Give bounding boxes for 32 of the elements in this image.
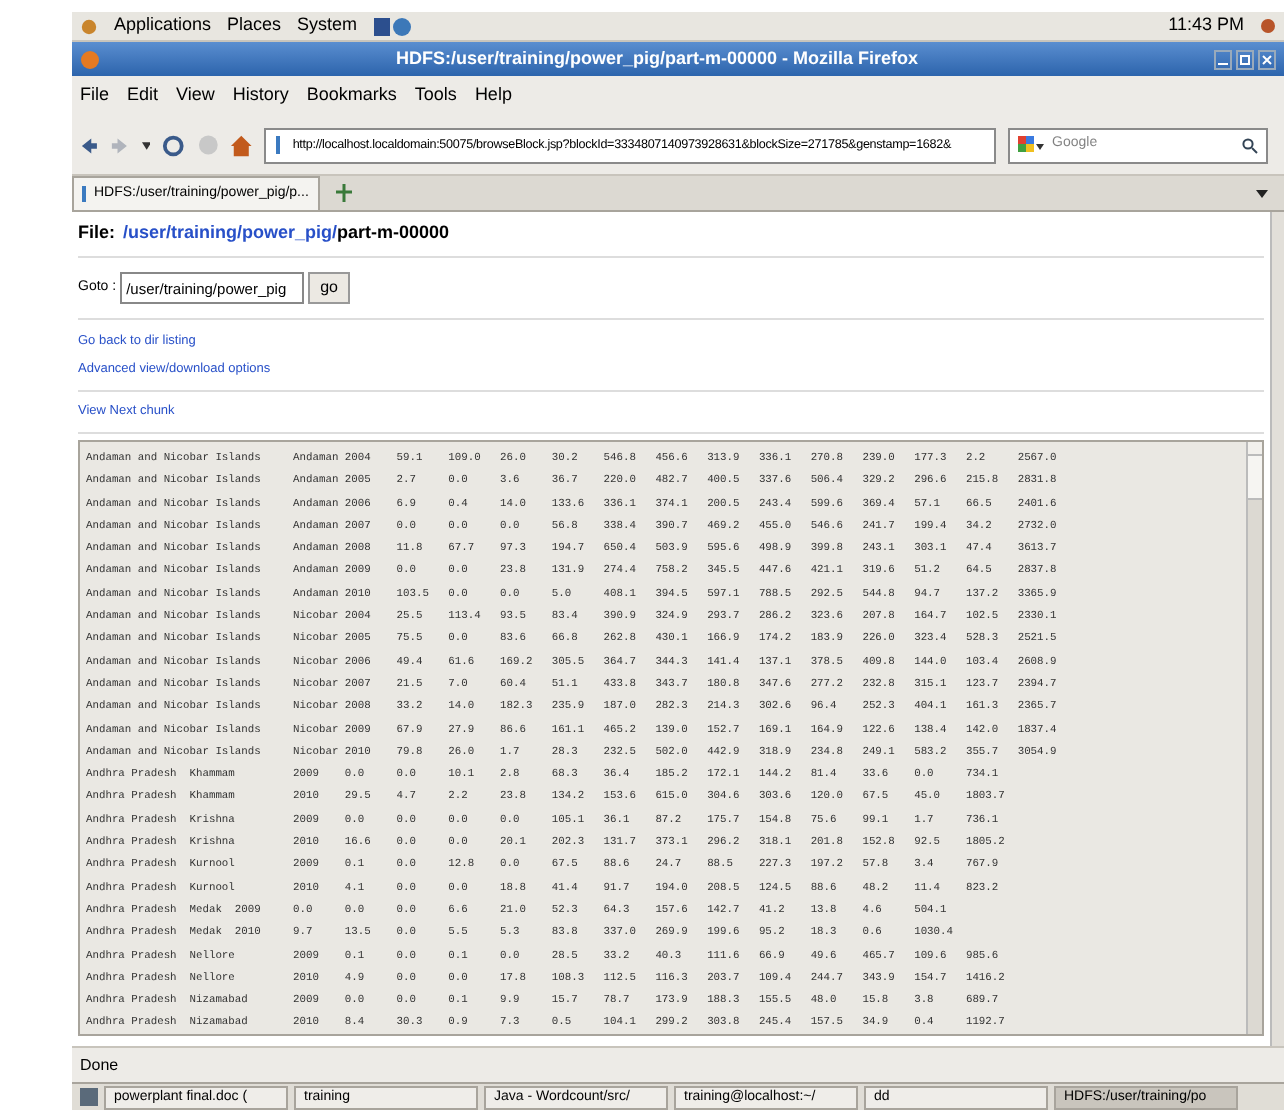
google-icon	[1018, 135, 1045, 155]
power-icon[interactable]	[1260, 16, 1276, 36]
back-arrow-icon[interactable]	[80, 135, 99, 155]
file-label: File:	[78, 220, 116, 247]
tab-list-caret-icon[interactable]	[1256, 190, 1268, 198]
menu-item[interactable]: Tools	[414, 82, 457, 110]
menu-item[interactable]: View	[176, 82, 215, 110]
menu-item[interactable]: Edit	[127, 82, 159, 110]
panel-menu[interactable]: Applications	[114, 12, 212, 40]
minimize-icon[interactable]	[1214, 49, 1232, 69]
reload-icon[interactable]	[162, 133, 186, 157]
page-icon	[274, 136, 285, 154]
close-icon[interactable]	[1258, 49, 1276, 69]
menu-item[interactable]: History	[232, 82, 289, 110]
file-content-area[interactable]	[78, 440, 1264, 1036]
go-button[interactable]: go	[308, 272, 350, 304]
file-name: part-m-00000	[337, 220, 450, 247]
search-icon[interactable]	[1242, 137, 1259, 153]
path-link[interactable]: /user/training/power_pig/	[123, 220, 338, 248]
maximize-icon[interactable]	[1236, 49, 1254, 69]
menu-item[interactable]: File	[80, 82, 110, 110]
clock: 11:43 PM	[1168, 12, 1244, 39]
home-icon[interactable]	[230, 133, 253, 157]
launcher-icon[interactable]	[373, 15, 414, 37]
new-tab-icon[interactable]	[336, 184, 352, 202]
panel-menu[interactable]: System	[297, 12, 358, 40]
status-text: Done	[80, 1053, 119, 1077]
menu-item[interactable]: Bookmarks	[306, 82, 397, 110]
panel-menu[interactable]: Places	[227, 12, 282, 40]
window-title: HDFS:/user/training/power_pig/part-m-00000 - Mozilla Firefox	[393, 45, 921, 72]
menu-item[interactable]: Help	[474, 82, 512, 110]
dropdown-caret-icon[interactable]	[141, 141, 151, 149]
